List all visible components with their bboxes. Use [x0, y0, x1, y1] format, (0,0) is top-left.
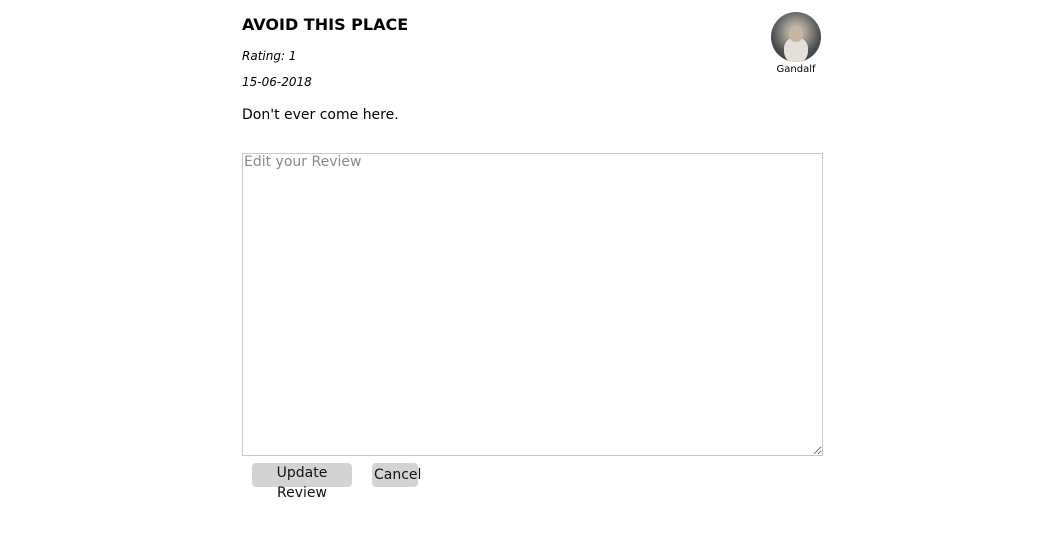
edit-review-textarea[interactable]	[242, 153, 823, 456]
review-date: 15-06-2018	[242, 75, 312, 89]
review-text: Don't ever come here.	[242, 107, 399, 123]
review-author: Gandalf	[766, 12, 826, 76]
review-rating: Rating: 1	[242, 49, 297, 63]
review-title: AVOID THIS PLACE	[242, 15, 409, 34]
update-review-button[interactable]: Update Review	[252, 463, 352, 501]
avatar-face	[789, 26, 803, 42]
author-name: Gandalf	[776, 64, 816, 75]
review-card: AVOID THIS PLACE Rating: 1 15-06-2018 Do…	[0, 0, 1047, 544]
cancel-button[interactable]: Cancel	[372, 463, 421, 487]
avatar	[771, 12, 821, 62]
